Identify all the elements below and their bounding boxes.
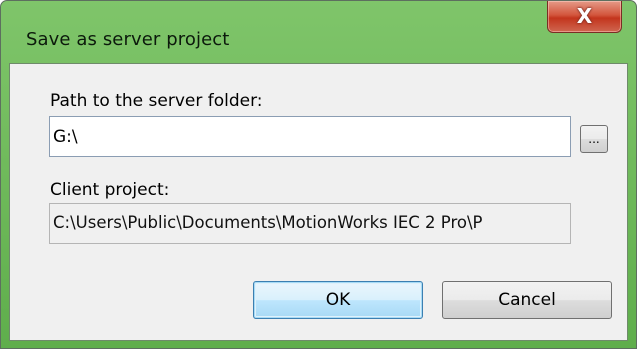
cancel-button[interactable]: Cancel: [442, 281, 612, 319]
client-project-field: C:\Users\Public\Documents\MotionWorks IE…: [49, 203, 571, 244]
close-button[interactable]: X: [547, 1, 622, 33]
dialog-body: Path to the server folder: ... Client pr…: [9, 63, 628, 341]
server-folder-path-input[interactable]: [49, 116, 571, 157]
close-icon: X: [576, 4, 593, 28]
path-label: Path to the server folder:: [50, 91, 263, 111]
window-title: Save as server project: [26, 29, 230, 50]
dialog-window: Save as server project X Path to the ser…: [0, 0, 637, 349]
ok-button[interactable]: OK: [253, 281, 423, 319]
browse-button[interactable]: ...: [580, 125, 608, 153]
title-bar[interactable]: Save as server project X: [1, 1, 636, 51]
client-project-label: Client project:: [50, 180, 170, 200]
